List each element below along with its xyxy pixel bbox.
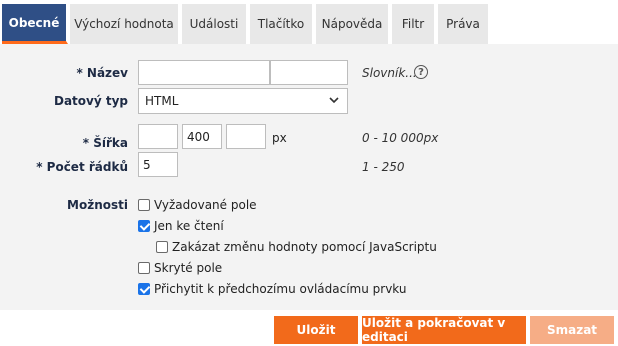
ulozit-a-pokracovat-button[interactable]: Uložit a pokračovat v editaci [362,316,526,344]
pocet-radku-hint: 1 - 250 [362,160,405,174]
smazat-button[interactable]: Smazat [530,316,614,344]
tab-label: Nápověda [321,17,383,31]
vyzadovane-pole-label: Vyžadované pole [154,198,257,212]
zakazat-zmenu-label: Zakázat změnu hodnoty pomocí JavaScriptu [172,240,437,254]
help-icon[interactable]: ? [414,65,428,79]
sirka-hint: 0 - 10 000px [362,131,439,145]
sirka-input-2[interactable]: 400 [182,124,222,149]
pocet-radku-input[interactable]: 5 [138,152,178,177]
slovnik-link[interactable]: Slovník... [362,66,417,80]
chevron-down-icon [329,97,339,104]
tab-vychozi-hodnota[interactable]: Výchozí hodnota [70,4,180,44]
prichytit-checkbox[interactable] [138,283,150,295]
jen-ke-cteni-checkbox[interactable] [138,220,150,232]
nazev-input-secondary[interactable] [270,60,348,85]
datovy-typ-value: HTML [145,94,179,108]
tab-filtr[interactable]: Filtr [392,4,436,44]
tab-label: Události [189,17,239,31]
tab-label: Filtr [401,17,425,31]
nazev-input[interactable] [138,60,270,85]
tab-napoveda[interactable]: Nápověda [316,4,390,44]
jen-ke-cteni-label: Jen ke čtení [154,219,224,233]
tab-label: Tlačítko [257,17,305,31]
sirka-input-3[interactable] [226,124,266,149]
vyzadovane-pole-checkbox[interactable] [138,199,150,211]
tab-label: Obecné [8,15,60,30]
sirka-unit: px [272,131,287,145]
nazev-label: * Název [76,66,128,80]
tab-prava[interactable]: Práva [438,4,490,44]
datovy-typ-label: Datový typ [53,94,128,108]
pocet-radku-label: * Počet řádků [36,160,128,174]
datovy-typ-select[interactable]: HTML [138,88,348,114]
tab-tlacitko[interactable]: Tlačítko [250,4,314,44]
tab-udalosti[interactable]: Události [182,4,248,44]
tab-label: Práva [446,17,480,31]
skryte-pole-checkbox[interactable] [138,262,150,274]
ulozit-button[interactable]: Uložit [274,316,358,344]
prichytit-label: Přichytit k předchozímu ovládacímu prvku [154,282,407,296]
tab-obecne[interactable]: Obecné [2,4,68,44]
skryte-pole-label: Skryté pole [154,261,223,275]
zakazat-zmenu-checkbox[interactable] [156,241,168,253]
sirka-input-1[interactable] [138,124,178,149]
sirka-label: * Šířka [82,136,128,150]
moznosti-label: Možnosti [67,198,128,212]
form-panel: * Název Slovník... ? Datový typ HTML * Š… [0,44,618,310]
tab-bar: Obecné Výchozí hodnota Události Tlačítko… [0,0,618,44]
tab-label: Výchozí hodnota [74,17,174,31]
